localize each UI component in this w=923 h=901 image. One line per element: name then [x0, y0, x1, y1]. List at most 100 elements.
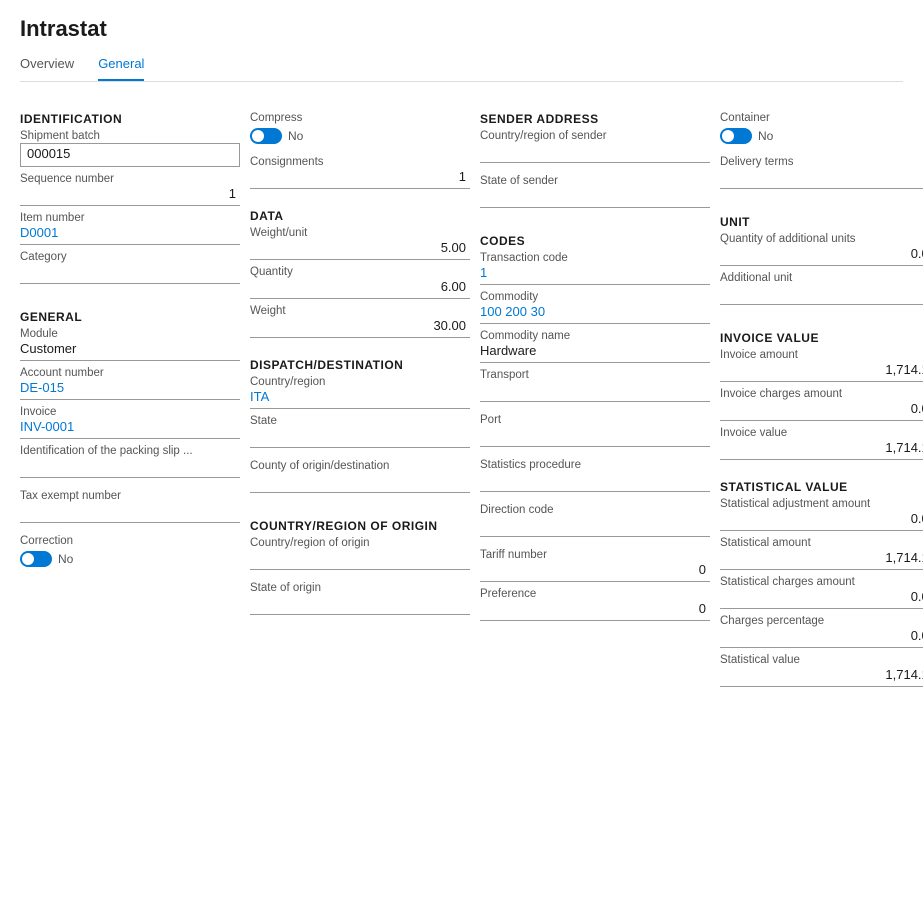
field-shipment-batch: Shipment batch 000015	[20, 130, 240, 167]
invoice-charges-label: Invoice charges amount	[720, 388, 923, 400]
section-country-origin: COUNTRY/REGION OF ORIGIN	[250, 519, 470, 533]
qty-additional-label: Quantity of additional units	[720, 233, 923, 245]
state-value[interactable]	[250, 428, 470, 448]
transport-label: Transport	[480, 369, 710, 381]
field-charges-pct: Charges percentage 0.00	[720, 615, 923, 648]
section-statistical-value: STATISTICAL VALUE	[720, 480, 923, 494]
packing-slip-label: Identification of the packing slip ...	[20, 445, 240, 457]
field-country-region: Country/region ITA	[250, 376, 470, 409]
field-port: Port	[480, 414, 710, 453]
field-direction-code: Direction code	[480, 504, 710, 543]
section-invoice-value: INVOICE VALUE	[720, 331, 923, 345]
state-origin-value[interactable]	[250, 595, 470, 615]
field-invoice-amount: Invoice amount 1,714.17	[720, 349, 923, 382]
form-grid: IDENTIFICATION Shipment batch 000015 Seq…	[20, 98, 903, 693]
field-module: Module Customer	[20, 328, 240, 361]
item-number-value[interactable]: D0001	[20, 225, 240, 245]
county-label: County of origin/destination	[250, 460, 470, 472]
col-codes: SENDER ADDRESS Country/region of sender …	[480, 98, 710, 627]
tariff-number-value: 0	[480, 562, 710, 582]
account-number-label: Account number	[20, 367, 240, 379]
invoice-value-value: 1,714.17	[720, 440, 923, 460]
compress-toggle[interactable]	[250, 128, 282, 144]
consignments-value: 1	[250, 169, 470, 189]
country-origin-value[interactable]	[250, 550, 470, 570]
charges-pct-value: 0.00	[720, 628, 923, 648]
additional-unit-value[interactable]	[720, 285, 923, 305]
charges-pct-label: Charges percentage	[720, 615, 923, 627]
category-label: Category	[20, 251, 240, 263]
preference-value: 0	[480, 601, 710, 621]
page-title: Intrastat	[20, 16, 903, 42]
direction-code-label: Direction code	[480, 504, 710, 516]
invoice-label: Invoice	[20, 406, 240, 418]
field-tariff-number: Tariff number 0	[480, 549, 710, 582]
transaction-code-value[interactable]: 1	[480, 265, 710, 285]
invoice-amount-value: 1,714.17	[720, 362, 923, 382]
additional-unit-label: Additional unit	[720, 272, 923, 284]
field-item-number: Item number D0001	[20, 212, 240, 245]
stat-adj-value: 0.00	[720, 511, 923, 531]
stat-adj-label: Statistical adjustment amount	[720, 498, 923, 510]
preference-label: Preference	[480, 588, 710, 600]
tab-overview[interactable]: Overview	[20, 50, 74, 81]
statistics-procedure-value[interactable]	[480, 472, 710, 492]
container-toggle[interactable]	[720, 128, 752, 144]
field-preference: Preference 0	[480, 588, 710, 621]
stat-value-value: 1,714.17	[720, 667, 923, 687]
correction-toggle[interactable]	[20, 551, 52, 567]
county-value[interactable]	[250, 473, 470, 493]
delivery-terms-value[interactable]	[720, 169, 923, 189]
country-sender-value[interactable]	[480, 143, 710, 163]
stat-amount-label: Statistical amount	[720, 537, 923, 549]
tariff-number-label: Tariff number	[480, 549, 710, 561]
field-weight-unit: Weight/unit 5.00	[250, 227, 470, 260]
account-number-value[interactable]: DE-015	[20, 380, 240, 400]
consignments-label: Consignments	[250, 156, 470, 168]
tax-exempt-value[interactable]	[20, 503, 240, 523]
weight-unit-label: Weight/unit	[250, 227, 470, 239]
state-origin-label: State of origin	[250, 582, 470, 594]
stat-charges-value: 0.00	[720, 589, 923, 609]
correction-label: Correction	[20, 535, 240, 547]
section-codes: CODES	[480, 234, 710, 248]
category-value[interactable]	[20, 264, 240, 284]
direction-code-value[interactable]	[480, 517, 710, 537]
field-stat-amount: Statistical amount 1,714.17	[720, 537, 923, 570]
quantity-value: 6.00	[250, 279, 470, 299]
sequence-number-value: 1	[20, 186, 240, 206]
compress-toggle-row[interactable]: No	[250, 128, 470, 144]
field-sequence-number: Sequence number 1	[20, 173, 240, 206]
container-label: Container	[720, 112, 923, 124]
field-country-origin: Country/region of origin	[250, 537, 470, 576]
field-invoice-charges: Invoice charges amount 0.00	[720, 388, 923, 421]
container-toggle-row[interactable]: No	[720, 128, 923, 144]
state-sender-value[interactable]	[480, 188, 710, 208]
transport-value[interactable]	[480, 382, 710, 402]
field-transaction-code: Transaction code 1	[480, 252, 710, 285]
field-state: State	[250, 415, 470, 454]
packing-slip-value[interactable]	[20, 458, 240, 478]
field-qty-additional: Quantity of additional units 0.00	[720, 233, 923, 266]
weight-unit-value: 5.00	[250, 240, 470, 260]
country-region-value[interactable]: ITA	[250, 389, 470, 409]
field-container: Container No	[720, 112, 923, 150]
correction-toggle-row[interactable]: No	[20, 551, 240, 567]
sequence-number-label: Sequence number	[20, 173, 240, 185]
commodity-name-label: Commodity name	[480, 330, 710, 342]
invoice-value[interactable]: INV-0001	[20, 419, 240, 439]
section-general: GENERAL	[20, 310, 240, 324]
commodity-value[interactable]: 100 200 30	[480, 304, 710, 324]
state-label: State	[250, 415, 470, 427]
shipment-batch-input[interactable]: 000015	[20, 143, 240, 167]
field-invoice: Invoice INV-0001	[20, 406, 240, 439]
compress-label: Compress	[250, 112, 470, 124]
port-value[interactable]	[480, 427, 710, 447]
tab-general[interactable]: General	[98, 50, 144, 81]
stat-amount-value: 1,714.17	[720, 550, 923, 570]
correction-toggle-label: No	[58, 552, 73, 566]
field-stat-value: Statistical value 1,714.17	[720, 654, 923, 687]
container-toggle-label: No	[758, 129, 773, 143]
port-label: Port	[480, 414, 710, 426]
field-commodity-name: Commodity name Hardware	[480, 330, 710, 363]
